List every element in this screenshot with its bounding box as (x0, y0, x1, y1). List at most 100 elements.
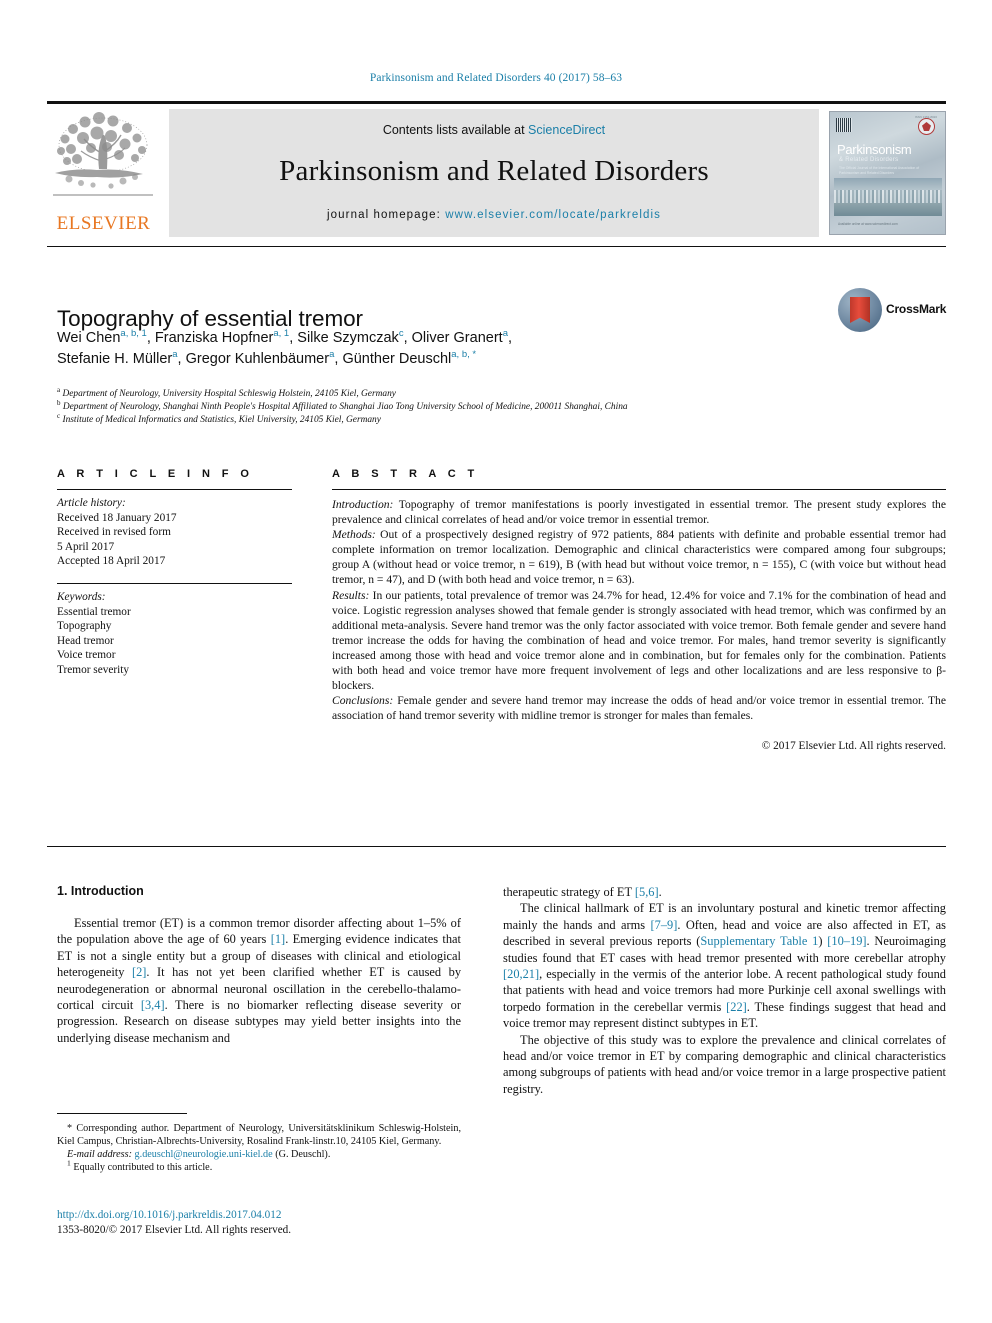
journal-banner: Contents lists available at ScienceDirec… (169, 109, 819, 237)
email-label: E-mail address: (67, 1149, 132, 1161)
abstract-section-text: Out of a prospectively designed registry… (332, 528, 946, 587)
running-head: Parkinsonism and Related Disorders 40 (2… (369, 72, 623, 84)
contents-available-line: Contents lists available at ScienceDirec… (169, 123, 819, 137)
history-item: Received in revised form (57, 526, 171, 539)
journal-title: Parkinsonism and Related Disorders (279, 155, 709, 187)
body-column-right: therapeutic strategy of ET [5,6]. The cl… (503, 884, 946, 1097)
author-marks: a, 1 (273, 328, 290, 340)
affiliation-mark: a (57, 385, 61, 394)
paragraph: therapeutic strategy of ET [5,6]. (503, 885, 662, 899)
article-history-block: Article history: Received 18 January 201… (57, 490, 292, 569)
abstract-section: Results: In our patients, total prevalen… (332, 588, 946, 694)
keyword-item: Topography (57, 620, 112, 633)
journal-homepage-link[interactable]: www.elsevier.com/locate/parkreldis (445, 209, 661, 221)
author-name: Silke Szymczak (297, 330, 399, 346)
reference-link[interactable]: [3,4] (141, 998, 165, 1012)
elsevier-logo: ELSEVIER (47, 109, 160, 237)
paragraph: The objective of this study was to explo… (503, 1032, 946, 1096)
journal-homepage-line: journal homepage: www.elsevier.com/locat… (169, 209, 819, 221)
introduction-text-left: Essential tremor (ET) is a common tremor… (57, 915, 461, 1046)
affiliation-list: a Department of Neurology, University Ho… (57, 385, 857, 428)
journal-cover-thumbnail: ISSN 1353-8020 Parkinsonism & Related Di… (829, 111, 946, 235)
keyword-item: Tremor severity (57, 663, 130, 676)
cover-subtitle: & Related Disorders (839, 157, 899, 163)
cover-photo-image (834, 178, 942, 216)
author-marks: a (172, 349, 178, 361)
abstract-body: Introduction: Topography of tremor manif… (332, 490, 946, 755)
abstract-section-label: Introduction: (332, 498, 394, 511)
doi-link[interactable]: http://dx.doi.org/10.1016/j.parkreldis.2… (57, 1209, 281, 1221)
abstract-section-text: In our patients, total prevalence of tre… (332, 588, 946, 693)
title-divider (47, 246, 946, 247)
affiliation-item: b Department of Neurology, Shanghai Nint… (57, 399, 857, 414)
keyword-item: Voice tremor (57, 649, 116, 662)
abstract-section: Methods: Out of a prospectively designed… (332, 527, 946, 587)
affiliation-text: Department of Neurology, Shanghai Ninth … (62, 402, 628, 413)
footnote-block: * Corresponding author. Department of Ne… (57, 1122, 461, 1174)
reference-link[interactable]: [7–9] (651, 918, 678, 932)
abstract-section-label: Methods: (332, 528, 376, 542)
equal-contribution-text: Equally contributed to this article. (70, 1162, 213, 1174)
abstract-section-text: Topography of tremor manifestations is p… (332, 498, 946, 527)
abstract-section-label: Conclusions: (332, 694, 394, 708)
equal-contribution-note: 1 Equally contributed to this article. (57, 1160, 461, 1174)
abstract-section-text: Female gender and severe hand tremor may… (332, 694, 946, 723)
history-item: Accepted 18 April 2017 (57, 555, 166, 568)
reference-link[interactable]: [2] (132, 965, 146, 979)
abstract-section-label: Results: (332, 588, 370, 602)
keyword-item: Essential tremor (57, 605, 131, 618)
paragraph: The clinical hallmark of ET is an involu… (503, 901, 946, 1031)
cover-society-emblem-icon (918, 118, 935, 135)
cover-barcode-icon (836, 118, 852, 132)
abstract-column: A B S T R A C T Introduction: Topography… (332, 468, 946, 755)
keywords-block: Keywords: Essential tremor Topography He… (57, 584, 292, 678)
history-item: 5 April 2017 (57, 540, 115, 553)
affiliation-mark: b (57, 399, 61, 408)
article-page: Parkinsonism and Related Disorders 40 (2… (0, 0, 992, 1323)
history-item: Received 18 January 2017 (57, 511, 177, 524)
abstract-heading: A B S T R A C T (332, 468, 479, 480)
author-name: Günther Deuschl (342, 351, 452, 367)
contents-prefix: Contents lists available at (382, 123, 529, 137)
reference-link[interactable]: [1] (271, 932, 285, 946)
homepage-prefix: journal homepage: (327, 209, 446, 221)
author-marks: c (398, 328, 404, 340)
affiliation-item: a Department of Neurology, University Ho… (57, 385, 857, 401)
cover-title: Parkinsonism (837, 142, 912, 157)
email-link[interactable]: g.deuschl@neurologie.uni-kiel.de (135, 1149, 273, 1160)
email-note: E-mail address: g.deuschl@neurologie.uni… (57, 1148, 461, 1161)
corresponding-author-note: * Corresponding author. Department of Ne… (57, 1123, 461, 1148)
paragraph: Essential tremor (ET) is a common tremor… (57, 916, 462, 1045)
reference-link[interactable]: [22] (726, 1000, 747, 1014)
author-marks: a, b, 1 (120, 328, 147, 340)
affiliation-text: Department of Neurology, University Hosp… (62, 389, 396, 399)
section-heading-introduction: 1. Introduction (57, 884, 144, 898)
author-name: Wei Chen (57, 330, 121, 346)
supplementary-table-link[interactable]: Supplementary Table 1 (700, 934, 818, 948)
affiliation-text: Institute of Medical Informatics and Sta… (62, 415, 381, 426)
reference-link[interactable]: [10–19] (827, 934, 866, 948)
footnote-divider (57, 1113, 187, 1114)
author-marks: a (502, 328, 508, 340)
reference-link[interactable]: [5,6] (635, 885, 659, 899)
crossmark-book-icon (850, 297, 870, 323)
author-name: Oliver Granert (411, 330, 503, 346)
article-info-column: A R T I C L E I N F O Article history: R… (57, 468, 292, 678)
abstract-section: Conclusions: Female gender and severe ha… (332, 693, 946, 723)
sciencedirect-link[interactable]: ScienceDirect (528, 123, 605, 137)
article-history-label: Article history: (57, 497, 126, 509)
copyright-line: © 2017 Elsevier Ltd. All rights reserved… (761, 740, 946, 753)
reference-link[interactable]: [20,21] (503, 967, 539, 981)
author-name: Gregor Kuhlenbäumer (185, 351, 330, 367)
cover-footer-line: Available online at www.sciencedirect.co… (838, 221, 898, 226)
author-name: Franziska Hopfner (154, 330, 274, 346)
crossmark-badge[interactable]: CrossMark (838, 288, 946, 336)
keyword-item: Head tremor (57, 634, 114, 647)
affiliation-item: c Institute of Medical Informatics and S… (57, 413, 857, 427)
elsevier-tree-icon (49, 111, 157, 211)
elsevier-wordmark: ELSEVIER (56, 213, 151, 234)
author-marks: a (329, 349, 335, 361)
crossmark-circle-icon (838, 288, 882, 332)
crossmark-label: CrossMark (886, 302, 947, 316)
cover-blurb: The Official Journal of the Internationa… (839, 166, 920, 175)
